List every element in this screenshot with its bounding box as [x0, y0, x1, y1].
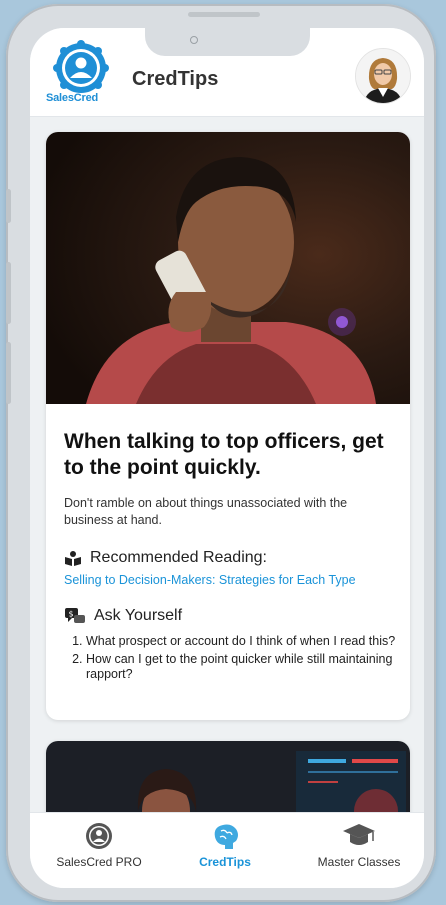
page-title: CredTips: [132, 68, 219, 90]
side-button-volume-up: [6, 262, 11, 324]
tip-summary: Don't ramble on about things unassociate…: [64, 496, 348, 527]
nav-label: CredTips: [199, 855, 251, 869]
nav-label: Master Classes: [317, 855, 401, 869]
user-avatar[interactable]: [355, 48, 411, 104]
nav-master-classes[interactable]: Master Classes: [300, 821, 418, 869]
brain-icon: [214, 824, 238, 849]
nav-label: SalesCred PRO: [56, 855, 142, 869]
person-badge-icon: [86, 823, 112, 849]
recommended-reading-link[interactable]: Selling to Decision-Makers: Strategies f…: [64, 573, 356, 587]
ask-yourself-header: $ Ask Yourself: [64, 607, 182, 625]
tips-feed[interactable]: When talking to top officers, get to the…: [30, 117, 424, 812]
tip-hero-image: [46, 132, 410, 404]
recommended-reading-header: Recommended Reading:: [64, 549, 267, 567]
book-reader-icon: [65, 551, 81, 566]
question-item: How can I get to the point quicker while…: [86, 652, 406, 682]
tip-headline: When talking to top officers, get to the…: [64, 430, 384, 479]
nav-credtips[interactable]: CredTips: [170, 821, 280, 869]
graduation-cap-icon: [343, 824, 375, 845]
camera-icon: [190, 36, 198, 44]
nav-salescred-pro[interactable]: SalesCred PRO: [44, 821, 154, 869]
phone-screen: SalesCred CredTips When talking to top o…: [30, 28, 424, 888]
svg-text:$: $: [69, 610, 74, 619]
tip-card[interactable]: When talking to top officers, get to the…: [46, 132, 410, 720]
speaker-grille: [188, 12, 260, 17]
next-tip-hero-image: [46, 741, 410, 812]
recommended-reading-label: Recommended Reading:: [90, 549, 267, 566]
speech-bubbles-icon: $: [65, 608, 85, 623]
tip-card-next[interactable]: [46, 741, 410, 812]
avatar-portrait-icon: [356, 49, 410, 103]
question-list: What prospect or account do I think of w…: [64, 634, 406, 685]
side-button-volume-down: [6, 342, 11, 404]
side-button-silent: [6, 189, 11, 223]
ask-yourself-label: Ask Yourself: [94, 607, 183, 624]
notch: [145, 28, 310, 56]
logo-text: SalesCred: [46, 92, 99, 104]
question-item: What prospect or account do I think of w…: [86, 634, 406, 649]
bottom-nav: SalesCred PRO CredTips Master Classes: [30, 812, 424, 888]
